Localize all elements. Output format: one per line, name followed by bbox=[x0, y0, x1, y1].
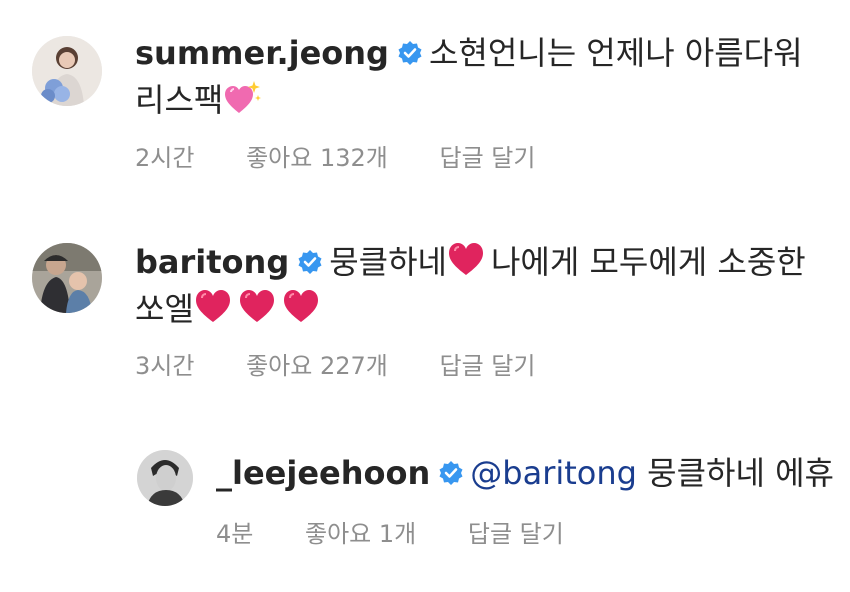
comment-time: 4분 bbox=[216, 520, 254, 548]
avatar[interactable] bbox=[137, 450, 193, 506]
comment-text: 뭉클하네 에휴 bbox=[647, 454, 834, 492]
comment-body: baritong 뭉클하네 나에게 모두에게 소중한 쏘엘 bbox=[135, 239, 835, 333]
reply-button[interactable]: 답글 달기 bbox=[439, 346, 535, 381]
avatar[interactable] bbox=[32, 36, 102, 106]
reply-button[interactable]: 답글 달기 bbox=[468, 514, 564, 549]
comment-username[interactable]: _leejeehoon bbox=[216, 454, 430, 492]
comment-text-part2: 나에게 모두에게 소중한 bbox=[490, 243, 806, 281]
red-heart-icon bbox=[239, 290, 274, 322]
red-heart-icon bbox=[283, 290, 318, 322]
mention-link[interactable]: @baritong bbox=[470, 454, 637, 492]
verified-badge-icon bbox=[298, 250, 322, 274]
sparkling-heart-icon bbox=[225, 81, 262, 113]
comment-likes[interactable]: 좋아요 227개 bbox=[246, 346, 388, 381]
comment-likes[interactable]: 좋아요 132개 bbox=[246, 138, 388, 173]
avatar[interactable] bbox=[32, 243, 102, 313]
reply-button[interactable]: 답글 달기 bbox=[439, 138, 535, 173]
comment-body: _leejeehoon @baritong 뭉클하네 에휴 bbox=[216, 450, 846, 497]
comment-text-line2: 쏘엘 bbox=[135, 290, 194, 328]
comment-body: summer.jeong 소현언니는 언제나 아름다워 리스팩 bbox=[135, 30, 835, 124]
comment-text: 소현언니는 언제나 아름다워 bbox=[428, 34, 803, 72]
comment-summer-jeong: summer.jeong 소현언니는 언제나 아름다워 리스팩 2시간 좋아요 1… bbox=[0, 0, 850, 200]
comment-username[interactable]: baritong bbox=[135, 243, 289, 281]
profile-photo-icon bbox=[32, 36, 102, 106]
comment-text: 뭉클하네 bbox=[329, 243, 447, 281]
verified-badge-icon bbox=[439, 461, 463, 485]
comment-time: 3시간 bbox=[135, 352, 195, 380]
comment-likes[interactable]: 좋아요 1개 bbox=[305, 514, 416, 549]
comment-text-line2: 리스팩 bbox=[135, 81, 224, 119]
comment-meta: 2시간 좋아요 132개 답글 달기 bbox=[135, 138, 535, 173]
profile-photo-icon bbox=[137, 450, 193, 506]
comment-baritong: baritong 뭉클하네 나에게 모두에게 소중한 쏘엘 3시간 좋아요 227개… bbox=[0, 200, 850, 410]
comment-meta: 4분 좋아요 1개 답글 달기 bbox=[216, 514, 564, 549]
red-heart-icon bbox=[195, 290, 230, 322]
reply-leejeehoon: _leejeehoon @baritong 뭉클하네 에휴 4분 좋아요 1개 답… bbox=[0, 410, 850, 592]
red-heart-icon bbox=[448, 243, 483, 275]
comment-username[interactable]: summer.jeong bbox=[135, 34, 389, 72]
comment-meta: 3시간 좋아요 227개 답글 달기 bbox=[135, 346, 535, 381]
verified-badge-icon bbox=[398, 41, 422, 65]
comment-time: 2시간 bbox=[135, 144, 195, 172]
profile-photo-icon bbox=[32, 243, 102, 313]
